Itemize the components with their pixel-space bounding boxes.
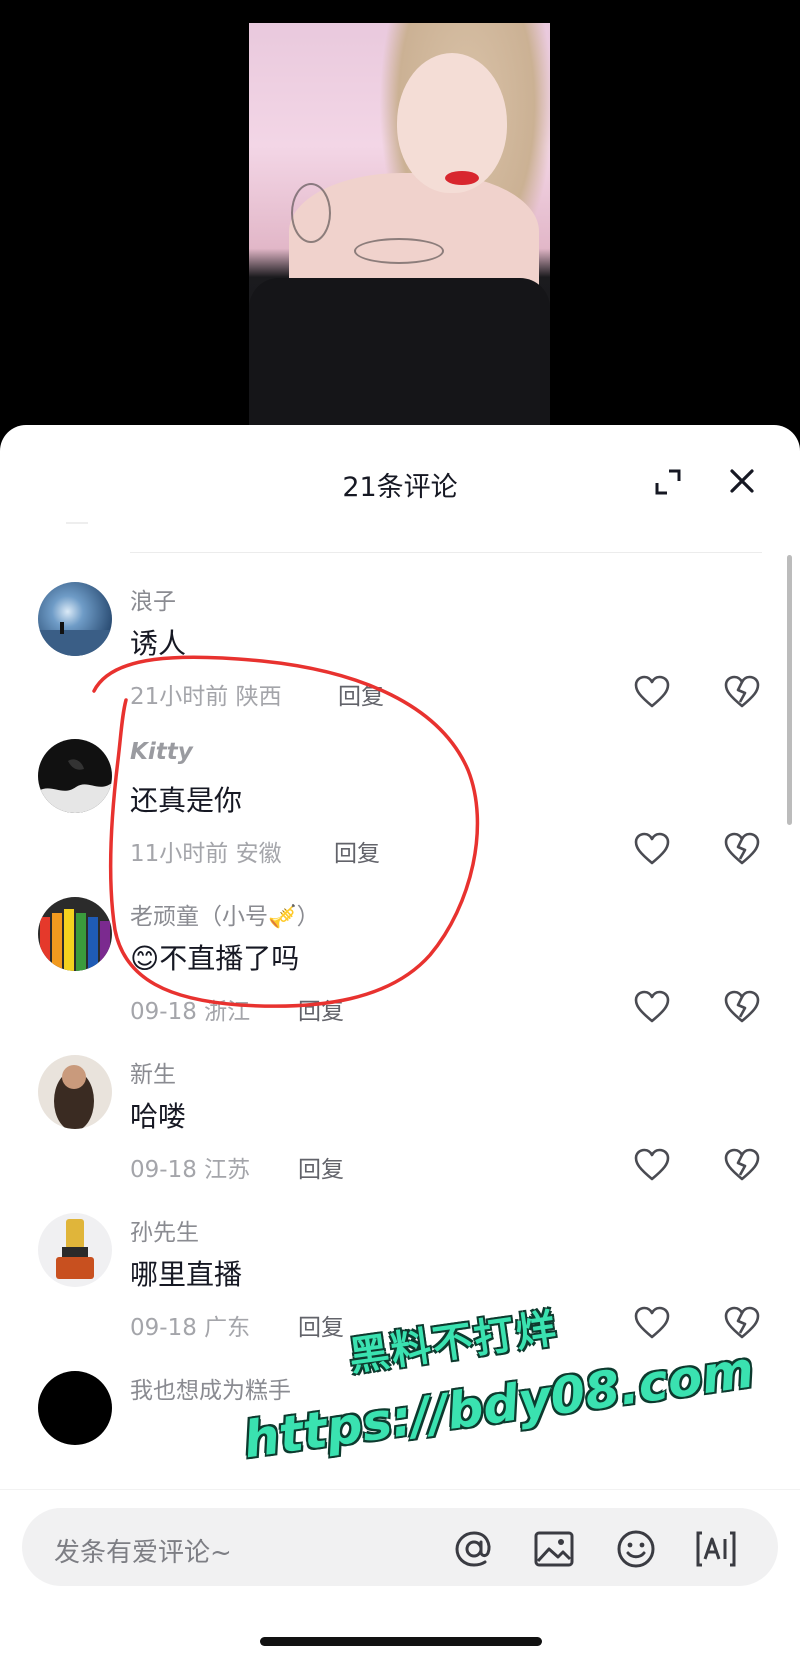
comment-username[interactable]: 浪子: [130, 582, 176, 616]
comment-text: 还真是你: [130, 784, 243, 817]
video-clothing-shape: [249, 278, 550, 433]
comment-username[interactable]: 孙先生: [130, 1213, 199, 1247]
divider: [130, 552, 762, 553]
video-tattoo-shape: [291, 183, 331, 243]
comment-time: 09-18: [130, 999, 197, 1025]
broken-heart-icon[interactable]: [722, 1305, 762, 1341]
comment-meta: 09-18 广东: [130, 1308, 250, 1342]
video-lips-shape: [445, 171, 479, 185]
at-icon[interactable]: [452, 1527, 496, 1571]
reply-button[interactable]: 回复: [338, 677, 384, 711]
image-icon[interactable]: [532, 1527, 576, 1571]
avatar[interactable]: [38, 582, 112, 656]
comment-username[interactable]: 新生: [130, 1055, 176, 1089]
comment-location: 浙江: [204, 999, 251, 1025]
reply-button[interactable]: 回复: [298, 1308, 344, 1342]
reply-button[interactable]: 回复: [298, 1150, 344, 1184]
comment-text: 😊不直播了吗: [130, 937, 299, 977]
ai-icon[interactable]: [694, 1527, 738, 1571]
reply-button[interactable]: 回复: [298, 992, 344, 1026]
comment-item: 老顽童（小号🎺） 😊不直播了吗 09-18 浙江 回复: [0, 897, 800, 1057]
heart-icon[interactable]: [632, 989, 672, 1025]
divider: [66, 522, 88, 524]
heart-icon[interactable]: [632, 831, 672, 867]
comment-location: 广东: [204, 1315, 251, 1341]
comment-time: 09-18: [130, 1157, 197, 1183]
video-preview[interactable]: [249, 23, 550, 433]
comments-sheet: 21条评论 浪子 诱人 21小时前 陕西 回复 Kitty 还真是你 11小时前…: [0, 425, 800, 1659]
comment-item: Kitty 还真是你 11小时前 安徽 回复: [0, 739, 800, 899]
divider: [0, 1489, 800, 1490]
comment-input-bar[interactable]: 发条有爱评论~: [22, 1508, 778, 1586]
heart-icon[interactable]: [632, 674, 672, 710]
broken-heart-icon[interactable]: [722, 989, 762, 1025]
comment-username[interactable]: 我也想成为糕手: [130, 1371, 291, 1405]
comment-location: 安徽: [235, 841, 282, 867]
video-tattoo-shape: [354, 238, 444, 264]
comment-meta: 21小时前 陕西: [130, 677, 282, 711]
heart-icon[interactable]: [632, 1147, 672, 1183]
expand-icon[interactable]: [653, 467, 683, 497]
heart-icon[interactable]: [632, 1305, 672, 1341]
comment-meta: 09-18 浙江: [130, 992, 250, 1026]
comment-text: 诱人: [130, 627, 187, 660]
avatar[interactable]: [38, 1055, 112, 1129]
comment-item: 新生 哈喽 09-18 江苏 回复: [0, 1055, 800, 1215]
comment-meta: 11小时前 安徽: [130, 834, 282, 868]
broken-heart-icon[interactable]: [722, 674, 762, 710]
avatar[interactable]: [38, 1213, 112, 1287]
broken-heart-icon[interactable]: [722, 831, 762, 867]
avatar[interactable]: [38, 1371, 112, 1445]
comment-location: 陕西: [235, 684, 282, 710]
home-indicator[interactable]: [260, 1637, 542, 1646]
close-icon[interactable]: [724, 463, 760, 499]
comment-time: 21小时前: [130, 684, 229, 710]
emoji-icon[interactable]: [614, 1527, 658, 1571]
comment-item: 浪子 诱人 21小时前 陕西 回复: [0, 582, 800, 742]
comment-time: 09-18: [130, 1315, 197, 1341]
reply-button[interactable]: 回复: [334, 834, 380, 868]
comment-meta: 09-18 江苏: [130, 1150, 250, 1184]
comment-text: 哈喽: [130, 1100, 187, 1133]
comment-time: 11小时前: [130, 841, 229, 867]
comment-location: 江苏: [204, 1157, 251, 1183]
broken-heart-icon[interactable]: [722, 1147, 762, 1183]
avatar[interactable]: [38, 739, 112, 813]
comment-text-body: 不直播了吗: [159, 942, 300, 975]
comment-username[interactable]: Kitty: [130, 739, 193, 765]
avatar[interactable]: [38, 897, 112, 971]
emoji-smile-icon: 😊: [130, 942, 160, 975]
comment-text: 哪里直播: [130, 1258, 243, 1291]
comment-input[interactable]: 发条有爱评论~: [54, 1532, 232, 1569]
comment-username[interactable]: 老顽童（小号🎺）: [130, 897, 320, 931]
